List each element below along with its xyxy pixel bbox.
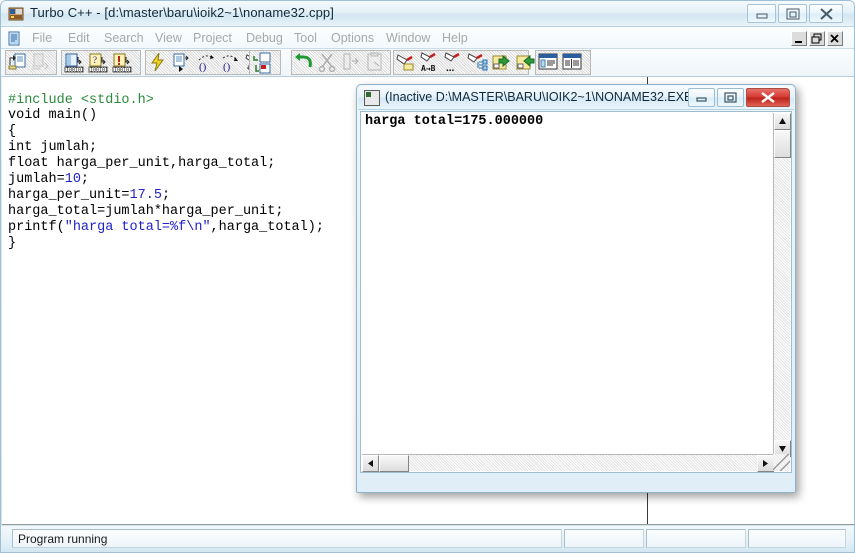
open-project-button[interactable]: ? I00I0I (87, 52, 110, 74)
console-resize-grip-icon[interactable] (773, 454, 790, 471)
program-output-window[interactable]: (Inactive D:\MASTER\BARU\IOIK2~1\NONAME3… (356, 84, 796, 493)
turbo-cpp-application-window: Turbo C++ - [d:\master\baru\ioik2~1\nona… (0, 0, 855, 553)
toolbar: I00I0I ? I00I0I I00I0I () () A→B ... (1, 49, 854, 77)
status-panel-3 (646, 529, 746, 548)
step-over-button[interactable] (171, 52, 194, 74)
source-code-text[interactable]: #include <stdio.h> void main() { int jum… (8, 93, 324, 252)
console-window-title: (Inactive D:\MASTER\BARU\IOIK2~1\NONAME3… (385, 90, 697, 104)
console-titlebar: (Inactive D:\MASTER\BARU\IOIK2~1\NONAME3… (358, 86, 794, 110)
status-message-text: Program running (18, 532, 108, 546)
toolbar-group-search: A→B ... (393, 50, 535, 75)
project-window-button[interactable] (561, 52, 584, 74)
paste-button[interactable] (365, 52, 388, 74)
window-maximize-button[interactable] (778, 4, 807, 23)
menu-item-tool[interactable]: Tool (294, 30, 317, 46)
console-app-icon (364, 90, 380, 106)
find-button[interactable] (395, 52, 418, 74)
menu-item-edit[interactable]: Edit (68, 30, 90, 46)
console-output-text: harga total=175.000000 (365, 114, 544, 129)
mdi-minimize-button[interactable] (791, 31, 807, 46)
svg-text:?: ? (93, 55, 97, 65)
console-minimize-button[interactable] (688, 88, 715, 107)
menu-item-view[interactable]: View (155, 30, 182, 46)
menu-item-debug[interactable]: Debug (246, 30, 283, 46)
status-panel-4 (748, 529, 846, 548)
message-window-button[interactable] (537, 52, 560, 74)
trace-out-button[interactable]: () (219, 52, 242, 74)
trace-into-button[interactable]: () (195, 52, 218, 74)
window-titlebar: Turbo C++ - [d:\master\baru\ioik2~1\nona… (1, 1, 854, 27)
menu-item-search[interactable]: Search (104, 30, 144, 46)
console-close-button[interactable] (746, 88, 790, 107)
copy-button[interactable] (341, 52, 364, 74)
status-bar: Program running (1, 526, 854, 552)
compile-run-button[interactable] (147, 52, 170, 74)
svg-text:(): () (199, 61, 207, 72)
toolbar-group-project: I00I0I ? I00I0I I00I0I (61, 50, 141, 75)
menu-bar: File Edit Search View Project Debug Tool… (1, 27, 854, 49)
console-maximize-button[interactable] (717, 88, 744, 107)
toolbar-group-edit (291, 50, 391, 75)
console-horizontal-scroll-thumb[interactable] (379, 455, 409, 472)
mdi-close-button[interactable] (827, 31, 843, 46)
svg-text:(): () (223, 61, 231, 72)
console-vertical-scrollbar[interactable] (773, 113, 791, 457)
svg-text:I00I0I: I00I0I (114, 68, 132, 74)
menu-item-project[interactable]: Project (193, 30, 232, 46)
console-vertical-scroll-thumb[interactable] (774, 130, 791, 158)
document-icon (6, 30, 22, 46)
toolbar-group-windows (535, 50, 591, 75)
cut-button[interactable] (317, 52, 340, 74)
make-button[interactable] (251, 52, 274, 74)
previous-bookmark-button[interactable] (491, 52, 514, 74)
new-project-button[interactable]: I00I0I (63, 52, 86, 74)
save-file-button[interactable] (31, 52, 54, 74)
editor-bottom-edge (2, 524, 854, 525)
svg-text:I00I0I: I00I0I (90, 68, 108, 74)
window-minimize-button[interactable] (747, 4, 776, 23)
open-file-button[interactable] (7, 52, 30, 74)
menu-item-file[interactable]: File (32, 30, 52, 46)
window-title: Turbo C++ - [d:\master\baru\ioik2~1\nona… (30, 5, 334, 20)
scroll-right-arrow-icon[interactable] (757, 455, 774, 472)
status-message-panel: Program running (12, 529, 562, 548)
svg-text:I00I0I: I00I0I (66, 68, 84, 74)
window-close-button[interactable] (809, 4, 843, 23)
menu-item-window[interactable]: Window (386, 30, 430, 46)
status-panel-2 (564, 529, 644, 548)
mdi-restore-button[interactable] (809, 31, 825, 46)
menu-item-options[interactable]: Options (331, 30, 374, 46)
console-client-area[interactable]: harga total=175.000000 (360, 111, 792, 473)
find-next-button[interactable]: ... (443, 52, 466, 74)
turbo-cpp-icon (8, 6, 24, 22)
undo-button[interactable] (293, 52, 316, 74)
console-horizontal-scrollbar[interactable] (362, 454, 774, 472)
scroll-up-arrow-icon[interactable] (774, 113, 791, 130)
find-in-files-button[interactable] (467, 52, 490, 74)
menu-item-help[interactable]: Help (442, 30, 468, 46)
svg-text:A→B: A→B (421, 64, 436, 72)
scroll-left-arrow-icon[interactable] (362, 455, 379, 472)
replace-button[interactable]: A→B (419, 52, 442, 74)
svg-text:...: ... (446, 63, 455, 72)
save-project-button[interactable]: I00I0I (111, 52, 134, 74)
toolbar-group-make (249, 50, 281, 75)
toolbar-group-file (5, 50, 57, 75)
